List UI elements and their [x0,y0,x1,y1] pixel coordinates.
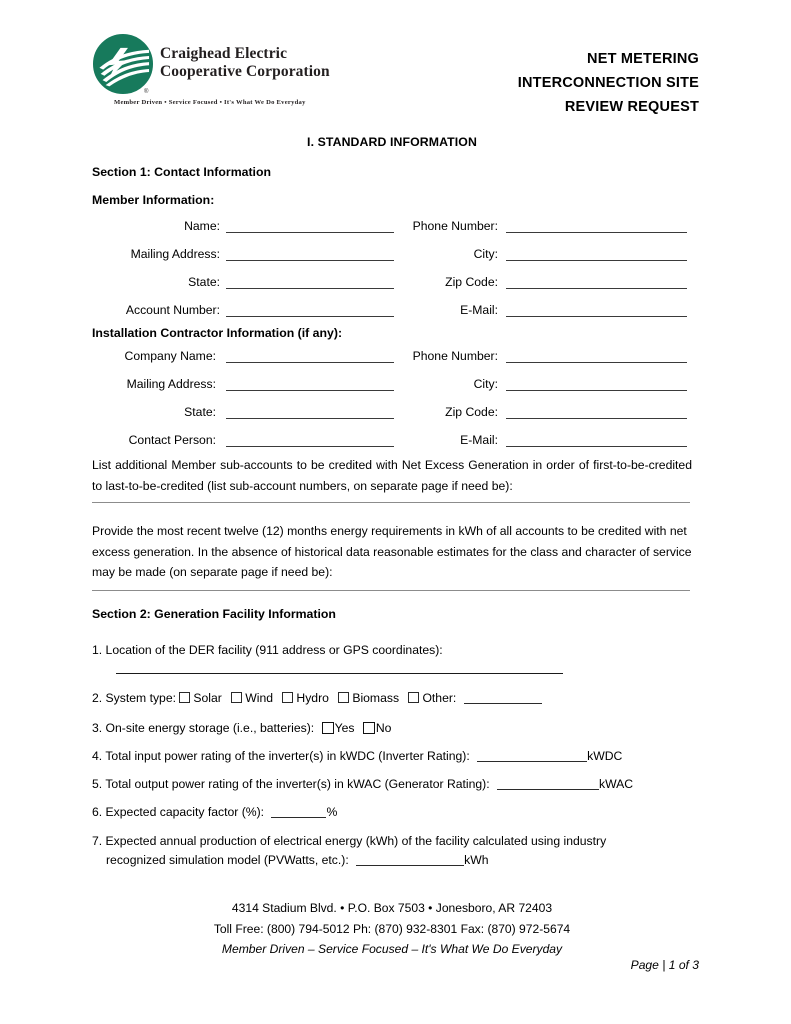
wordmark-line-1: Craighead Electric [160,45,288,62]
field-row-phone-number: Phone Number: [92,218,692,238]
contractor-information-heading: Installation Contractor Information (if … [92,326,343,340]
sub-accounts-answer-line[interactable] [92,502,690,503]
footer-tagline: Member Driven – Service Focused – It's W… [221,942,563,956]
footer-address: 4314 Stadium Blvd. • P.O. Box 7503 • Jon… [231,901,553,915]
input-generator-rating-kwac[interactable] [497,777,600,790]
option-label-other: Other: [422,691,457,705]
input-annual-production-kwh[interactable] [356,853,465,866]
question-7-line-2: recognized simulation model (PVWatts, et… [92,851,706,870]
page-number: Page | 1 of 3 [630,958,699,972]
question-5: 5. Total output power rating of the inve… [92,775,692,794]
checkbox-wind[interactable] [231,692,243,703]
question-2: 2. System type: Solar Wind Hydro Biomass… [92,689,692,708]
input-contractor-phone-number[interactable] [506,348,687,363]
document-title-line-1: NET METERING [587,51,699,67]
checkbox-storage-no[interactable] [362,721,375,734]
field-row-contractor-zip-code: Zip Code: [92,404,692,424]
company-wordmark: Craighead Electric Cooperative Corporati… [160,45,330,81]
standard-information-heading: I. STANDARD INFORMATION [307,135,477,149]
input-email[interactable] [506,302,687,317]
option-label-wind: Wind [245,691,274,705]
input-phone-number[interactable] [506,218,687,233]
option-label-hydro: Hydro [296,691,329,705]
question-4: 4. Total input power rating of the inver… [92,747,692,766]
label-contractor-zip-code: Zip Code: [445,405,498,419]
input-zip-code[interactable] [506,274,687,289]
question-7-label: recognized simulation model (PVWatts, et… [106,853,349,867]
option-label-no: No [375,721,392,735]
option-label-solar: Solar [193,691,222,705]
field-row-contractor-email: E-Mail: [92,432,692,452]
question-1-label: 1. Location of the DER facility (911 add… [92,643,443,657]
input-city[interactable] [506,246,687,261]
unit-kwac: kWAC [599,777,634,791]
checkbox-other[interactable] [408,692,420,703]
label-phone-number: Phone Number: [412,219,498,233]
document-title: NET METERING INTERCONNECTION SITE REVIEW… [359,47,699,119]
input-contractor-email[interactable] [506,432,687,447]
energy-requirements-paragraph: Provide the most recent twelve (12) mont… [92,524,692,579]
registered-trademark-icon: ® [144,89,149,95]
document-title-line-3: REVIEW REQUEST [564,99,699,115]
document-footer: 4314 Stadium Blvd. • P.O. Box 7503 • Jon… [92,898,692,960]
checkbox-hydro[interactable] [282,692,294,703]
question-6: 6. Expected capacity factor (%): % [92,803,692,822]
document-header: Craighead Electric Cooperative Corporati… [0,0,791,122]
label-city: City: [473,247,498,261]
logo-tagline: Member Driven • Service Focused • It's W… [114,99,306,106]
unit-kwh: kWh [464,853,489,867]
question-3: 3. On-site energy storage (i.e., batteri… [92,719,692,738]
field-row-contractor-phone-number: Phone Number: [92,348,692,368]
member-information-heading: Member Information: [92,193,215,207]
label-email: E-Mail: [460,303,498,317]
footer-phone: Toll Free: (800) 794-5012 Ph: (870) 932-… [213,921,571,936]
unit-percent: % [326,805,338,819]
input-capacity-factor[interactable] [271,805,327,818]
question-3-label: 3. On-site energy storage (i.e., batteri… [92,721,315,735]
field-row-zip-code: Zip Code: [92,274,692,294]
question-6-label: 6. Expected capacity factor (%): [92,805,265,819]
input-system-type-other[interactable] [463,691,542,704]
checkbox-biomass[interactable] [338,692,350,703]
label-contractor-phone-number: Phone Number: [412,349,498,363]
checkbox-solar[interactable] [179,692,191,703]
sub-accounts-paragraph: List additional Member sub-accounts to b… [92,458,692,493]
field-row-city: City: [92,246,692,266]
document-page: Craighead Electric Cooperative Corporati… [0,0,791,1024]
document-title-line-2: INTERCONNECTION SITE [517,75,699,91]
label-contractor-email: E-Mail: [460,433,498,447]
field-row-email: E-Mail: [92,302,692,322]
option-label-biomass: Biomass [352,691,400,705]
question-2-label: 2. System type: [92,691,176,705]
question-4-label: 4. Total input power rating of the inver… [92,749,470,763]
craighead-electric-circle-logo-icon [92,33,154,95]
energy-requirements-answer-line[interactable] [92,590,690,591]
option-label-yes: Yes [334,721,355,735]
section-1-heading: Section 1: Contact Information [92,165,271,179]
wordmark-line-2: Cooperative Corporation [160,63,330,80]
unit-kwdc: kWDC [587,749,623,763]
input-contractor-zip-code[interactable] [506,404,687,419]
label-zip-code: Zip Code: [445,275,498,289]
company-logo: Craighead Electric Cooperative Corporati… [92,31,392,117]
question-7-line-1: 7. Expected annual production of electri… [92,834,607,848]
question-1-answer-line[interactable] [116,673,563,674]
input-inverter-rating-kwdc[interactable] [477,749,588,762]
label-contractor-city: City: [473,377,498,391]
field-row-contractor-city: City: [92,376,692,396]
checkbox-storage-yes[interactable] [321,721,334,734]
section-2-heading: Section 2: Generation Facility Informati… [92,607,336,621]
input-contractor-city[interactable] [506,376,687,391]
question-5-label: 5. Total output power rating of the inve… [92,777,490,791]
